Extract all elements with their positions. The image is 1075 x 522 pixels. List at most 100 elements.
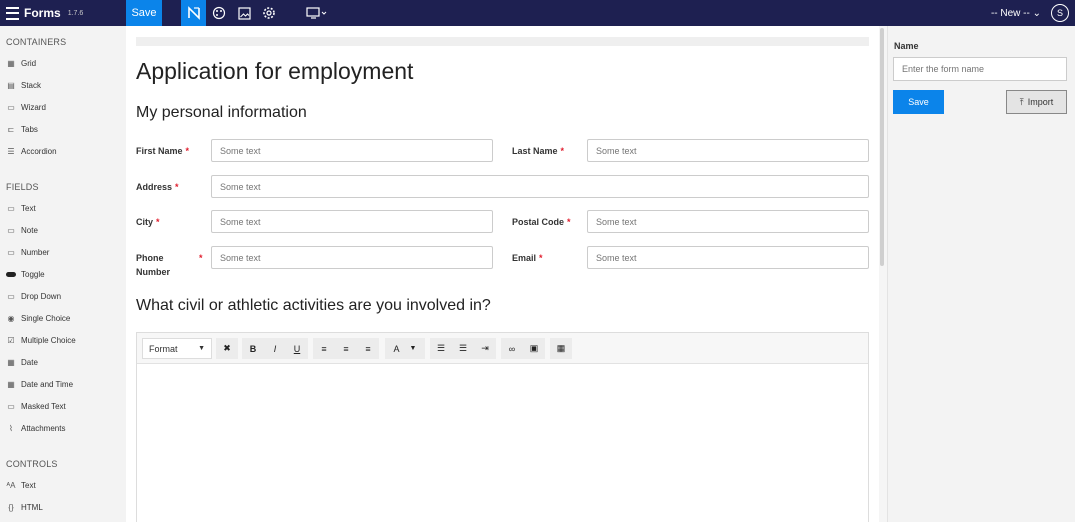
note-icon: ▭ (7, 225, 15, 235)
indent-button[interactable]: ⇥ (474, 338, 496, 359)
toolbox-item-label: Attachments (21, 423, 66, 433)
import-button[interactable]: ⤒ Import (1006, 90, 1067, 114)
canvas-scrollbar[interactable] (880, 28, 884, 266)
required-asterisk: * (185, 146, 190, 156)
properties-panel: Name Save ⤒Import (887, 26, 1075, 522)
underline-button[interactable]: U (286, 338, 308, 359)
toolbox-item-attachments[interactable]: ⌇ Attachments (6, 421, 65, 435)
theme-palette-icon[interactable] (208, 0, 230, 26)
insert-link-button[interactable]: ∞ (501, 338, 523, 359)
phone-label-line1: Phone (136, 253, 164, 263)
properties-save-button[interactable]: Save (893, 90, 944, 114)
font-color-button[interactable]: A ▼ (385, 338, 425, 359)
address-label: Address * (136, 180, 179, 194)
toolbox-item-multiple-choice[interactable]: ☑ Multiple Choice (6, 333, 76, 347)
app-version: 1.7.6 (67, 9, 84, 17)
toolbox-sidebar: CONTAINERS ▦ Grid ▤ Stack ▭ Wizard ⊏ Tabs ☰ A… (0, 26, 126, 522)
form-name-input[interactable] (893, 57, 1067, 81)
app-name: Forms (24, 6, 61, 20)
required-asterisk: * (567, 217, 571, 227)
toolbox-item-control-text[interactable]: ᴬA Text (6, 478, 36, 492)
align-left-button[interactable]: ≡ (313, 338, 335, 359)
toolbox-item-label: Date and Time (21, 379, 74, 389)
toolbox-item-label: Grid (21, 58, 37, 68)
toolbox-item-toggle[interactable]: Toggle (6, 267, 45, 281)
tabs-icon: ⊏ (7, 124, 15, 134)
calendar-icon: ▦ (7, 357, 15, 367)
city-input[interactable] (211, 210, 493, 233)
first-name-label-text: First Name (136, 146, 183, 156)
indent-icon: ⇥ (481, 343, 489, 353)
toolbox-item-text[interactable]: ▭ Text (6, 201, 36, 215)
toolbox-item-html[interactable]: {} HTML (6, 500, 43, 514)
bullet-list-button[interactable]: ☰ (430, 338, 452, 359)
toolbox-item-date[interactable]: ▦ Date (6, 355, 38, 369)
settings-gear-icon[interactable] (258, 0, 280, 26)
insert-table-button[interactable]: ▦ (550, 338, 572, 359)
phone-label-line2: Number (136, 267, 171, 277)
toggle-icon (6, 269, 16, 279)
align-center-button[interactable]: ≡ (335, 338, 357, 359)
format-dropdown[interactable]: Format ▼ (142, 338, 212, 359)
toolbox-item-label: Multiple Choice (21, 335, 76, 345)
rich-text-editor[interactable]: Format ▼ ✖ B I U ≡ ≡ ≡ A ▼ ☰ ☰ ⇥ ∞ ▣ ▦ (136, 332, 869, 522)
required-asterisk: * (156, 217, 160, 227)
last-name-input[interactable] (587, 139, 869, 162)
phone-number-input[interactable] (211, 246, 493, 269)
toolbox-item-dropdown[interactable]: ▭ Drop Down (6, 289, 61, 303)
user-avatar[interactable]: S (1051, 4, 1069, 22)
align-center-icon: ≡ (343, 343, 349, 354)
caret-down-icon: ▼ (409, 345, 417, 352)
email-input[interactable] (587, 246, 869, 269)
toolbox-item-number[interactable]: ▭ Number (6, 245, 49, 259)
toolbox-item-label: Number (21, 247, 50, 257)
controls-heading: CONTROLS (6, 459, 58, 469)
preview-device-icon[interactable] (304, 0, 330, 26)
toolbox-item-label: Stack (21, 80, 42, 90)
toolbox-item-label: Toggle (21, 269, 45, 279)
number-icon: ▭ (7, 247, 15, 257)
clear-format-button[interactable]: ✖ (216, 338, 238, 359)
font-color-label: A (393, 343, 400, 354)
first-name-input[interactable] (211, 139, 493, 162)
form-designer-icon[interactable] (181, 0, 206, 26)
image-icon[interactable] (233, 0, 255, 26)
toolbox-item-label: HTML (21, 502, 43, 512)
numbered-list-button[interactable]: ☰ (452, 338, 474, 359)
numbered-list-icon: ☰ (458, 343, 468, 353)
insert-image-button[interactable]: ▣ (523, 338, 545, 359)
toolbox-item-stack[interactable]: ▤ Stack (6, 78, 41, 92)
form-title: Application for employment (136, 58, 414, 84)
toolbox-item-label: Drop Down (21, 291, 62, 301)
postal-code-input[interactable] (587, 210, 869, 233)
section-heading-personal: My personal information (136, 104, 307, 121)
align-left-icon: ≡ (321, 343, 327, 354)
stack-icon: ▤ (7, 80, 15, 90)
import-label: Import (1027, 97, 1054, 107)
toolbox-item-label: Text (21, 203, 36, 213)
toolbox-item-grid[interactable]: ▦ Grid (6, 56, 36, 70)
save-button[interactable]: Save (126, 0, 162, 26)
bold-button[interactable]: B (242, 338, 264, 359)
toolbox-item-note[interactable]: ▭ Note (6, 223, 38, 237)
postal-code-label: Postal Code * (512, 215, 571, 229)
toolbox-item-masked-text[interactable]: ▭ Masked Text (6, 399, 66, 413)
toolbox-item-wizard[interactable]: ▭ Wizard (6, 100, 46, 114)
toolbox-item-single-choice[interactable]: ◉ Single Choice (6, 311, 71, 325)
address-input[interactable] (211, 175, 869, 198)
city-label: City * (136, 215, 160, 229)
required-asterisk: * (560, 146, 565, 156)
section-heading-activities: What civil or athletic activities are yo… (136, 297, 491, 314)
toolbox-item-accordion[interactable]: ☰ Accordion (6, 144, 56, 158)
toolbox-item-tabs[interactable]: ⊏ Tabs (6, 122, 38, 136)
required-asterisk: * (175, 182, 179, 192)
toolbox-item-date-time[interactable]: ▦ Date and Time (6, 377, 73, 391)
forms-logo-icon (6, 6, 19, 20)
form-selector[interactable]: -- New -- ⌄ (991, 8, 1041, 19)
last-name-label-text: Last Name (512, 146, 558, 156)
form-selector-label: -- New -- (990, 7, 1030, 19)
italic-button[interactable]: I (264, 338, 286, 359)
text-field-icon: ▭ (7, 203, 15, 213)
align-right-button[interactable]: ≡ (357, 338, 379, 359)
align-right-icon: ≡ (365, 343, 371, 354)
